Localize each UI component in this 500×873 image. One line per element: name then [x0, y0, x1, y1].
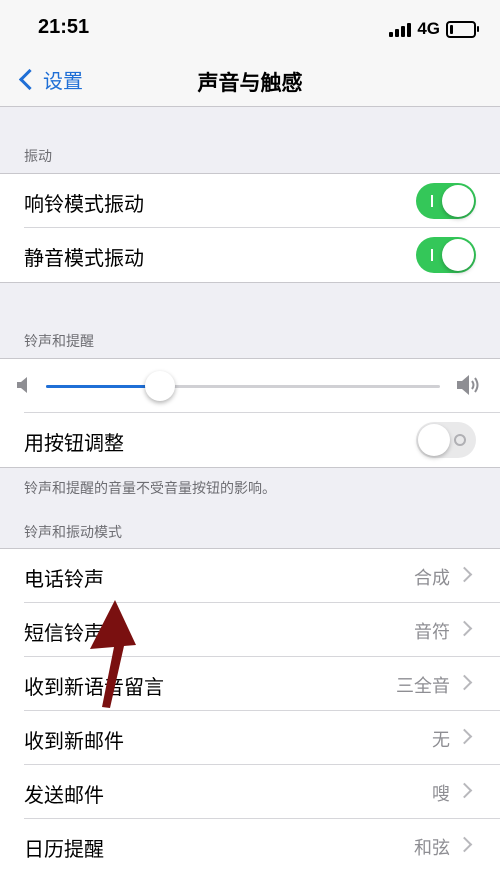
row-value: 音符	[414, 622, 450, 643]
slider-fill	[46, 385, 161, 388]
volume-low-icon	[17, 377, 27, 393]
page-title: 声音与触感	[197, 71, 303, 95]
toggle-knob	[442, 239, 474, 271]
section-header-ringer: 铃声和提醒	[24, 334, 94, 350]
cellular-signal-icon	[389, 21, 412, 37]
row-change-with-buttons[interactable]: 用按钮调整	[0, 413, 500, 467]
row-vibrate-on-silent[interactable]: 静音模式振动	[0, 228, 500, 282]
row-new-mail[interactable]: 收到新邮件 无	[0, 711, 500, 765]
row-sent-mail[interactable]: 发送邮件 嗖	[0, 765, 500, 819]
row-label: 发送邮件	[24, 783, 104, 807]
slider-thumb[interactable]	[145, 371, 176, 401]
row-ringtone[interactable]: 电话铃声 合成	[0, 549, 500, 603]
row-vibrate-on-ring[interactable]: 响铃模式振动	[0, 174, 500, 228]
toggle-knob	[442, 185, 474, 217]
row-new-voicemail[interactable]: 收到新语音留言 三全音	[0, 657, 500, 711]
ringer-volume-row	[0, 359, 500, 413]
battery-icon	[446, 20, 479, 38]
toggle-off-mark-icon	[454, 434, 466, 446]
chevron-right-icon	[456, 728, 473, 745]
row-value: 三全音	[396, 676, 450, 697]
vibration-group: 响铃模式振动 静音模式振动	[0, 173, 500, 283]
row-text-tone[interactable]: 短信铃声 音符	[0, 603, 500, 657]
ringer-volume-slider[interactable]	[46, 371, 440, 401]
change-with-buttons-toggle[interactable]	[416, 422, 476, 458]
vibrate-on-ring-toggle[interactable]	[416, 183, 476, 219]
section-header-patterns: 铃声和振动模式	[24, 525, 122, 541]
row-value: 合成	[414, 568, 450, 589]
volume-high-icon	[457, 375, 479, 395]
chevron-right-icon	[456, 620, 473, 637]
row-label: 用按钮调整	[24, 431, 124, 455]
ringer-group: 用按钮调整	[0, 358, 500, 468]
ringer-footer-note: 铃声和提醒的音量不受音量按钮的影响。	[24, 481, 276, 497]
row-label: 电话铃声	[24, 567, 104, 591]
row-value: 无	[432, 730, 450, 751]
chevron-right-icon	[456, 566, 473, 583]
vibrate-on-silent-toggle[interactable]	[416, 237, 476, 273]
toggle-on-mark-icon	[431, 249, 433, 261]
network-type: 4G	[417, 19, 440, 38]
patterns-group: 电话铃声 合成 短信铃声 音符 收到新语音留言 三全音 收到新邮件 无 发送邮件…	[0, 548, 500, 873]
toggle-on-mark-icon	[431, 195, 433, 207]
toggle-knob	[418, 424, 450, 456]
status-indicators: 4G	[389, 18, 479, 40]
row-label: 日历提醒	[24, 837, 104, 861]
row-label: 响铃模式振动	[24, 192, 144, 216]
navigation-bar: 设置 声音与触感	[0, 56, 500, 107]
chevron-right-icon	[456, 782, 473, 799]
row-label: 收到新邮件	[24, 729, 124, 753]
row-label: 收到新语音留言	[24, 675, 164, 699]
row-label: 静音模式振动	[24, 246, 144, 270]
section-header-vibration: 振动	[24, 149, 52, 165]
row-value: 和弦	[414, 838, 450, 859]
row-value: 嗖	[432, 784, 450, 805]
row-label: 短信铃声	[24, 621, 104, 645]
status-time: 21:51	[38, 16, 90, 38]
chevron-right-icon	[456, 836, 473, 853]
status-bar: 21:51 4G	[0, 0, 500, 56]
chevron-right-icon	[456, 674, 473, 691]
